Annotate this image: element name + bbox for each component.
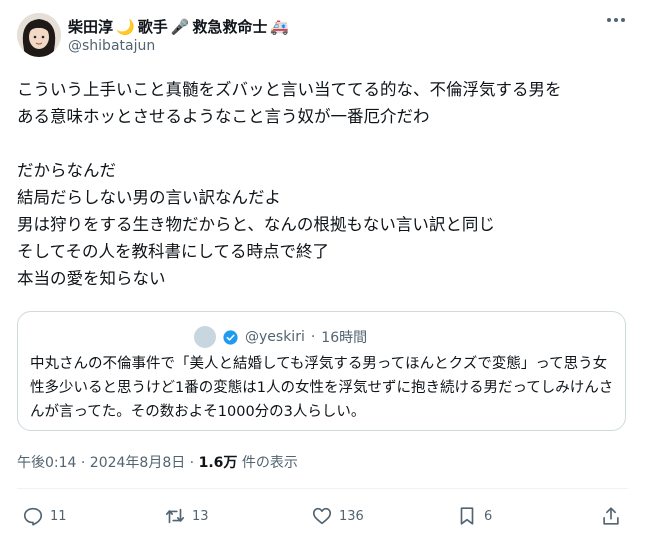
reply-count: 11	[50, 508, 67, 524]
avatar-image	[17, 13, 61, 57]
microphone-emoji: 🎤	[170, 17, 190, 36]
quote-text: 中丸さんの不倫事件で「美人と結婚しても浮気する男ってほんとクズで変態」って思う女…	[30, 356, 614, 420]
like-count: 136	[339, 508, 364, 524]
divider	[17, 488, 628, 489]
tweet-meta: 午後0:14 · 2024年8月8日 · 1.6万 件の表示	[17, 452, 298, 472]
like-icon	[312, 507, 332, 525]
action-bar: 11 13 136 6	[0, 505, 645, 535]
quote-separator: ·	[310, 329, 316, 345]
author-handle[interactable]: @shibatajun	[68, 38, 155, 54]
author-badge-paramedic: 救急救命士	[192, 18, 268, 36]
repost-button[interactable]: 13	[164, 505, 209, 527]
bookmark-button[interactable]: 6	[456, 505, 492, 527]
tweet-timestamp[interactable]: 午後0:14 · 2024年8月8日 ·	[17, 455, 199, 471]
quote-author-avatar[interactable]	[194, 326, 216, 348]
author-name[interactable]: 柴田淳	[68, 16, 113, 37]
quoted-tweet[interactable]: @yeskiri · 16時間 中丸さんの不倫事件で「美人と結婚しても浮気する男…	[17, 311, 626, 431]
view-label: 件の表示	[237, 455, 298, 471]
share-button[interactable]	[600, 505, 622, 527]
author-badge-singer: 歌手	[137, 18, 168, 36]
more-icon[interactable]	[607, 18, 625, 22]
moon-emoji: 🌙	[116, 17, 135, 36]
quote-time[interactable]: 16時間	[321, 327, 367, 347]
reply-button[interactable]: 11	[22, 505, 67, 527]
view-count: 1.6万	[198, 455, 238, 471]
repost-count: 13	[192, 508, 209, 524]
verified-icon	[223, 329, 238, 345]
like-button[interactable]: 136	[311, 505, 364, 527]
share-icon	[603, 507, 619, 525]
bookmark-icon	[460, 507, 474, 525]
bookmark-count: 6	[484, 508, 493, 524]
ambulance-emoji: 🚑	[270, 17, 290, 36]
tweet-text: こういう上手いこと真髄をズバッと言い当ててる的な、不倫浮気する男を ある意味ホッ…	[17, 80, 562, 288]
author-avatar[interactable]	[17, 13, 61, 57]
reply-icon	[23, 507, 43, 526]
repost-icon	[165, 508, 185, 524]
quote-author-handle[interactable]: @yeskiri	[245, 329, 305, 345]
author-name-row[interactable]: 柴田淳 🌙 歌手 🎤 救急救命士 🚑	[68, 16, 289, 37]
quote-header: @yeskiri · 16時間	[194, 326, 367, 348]
